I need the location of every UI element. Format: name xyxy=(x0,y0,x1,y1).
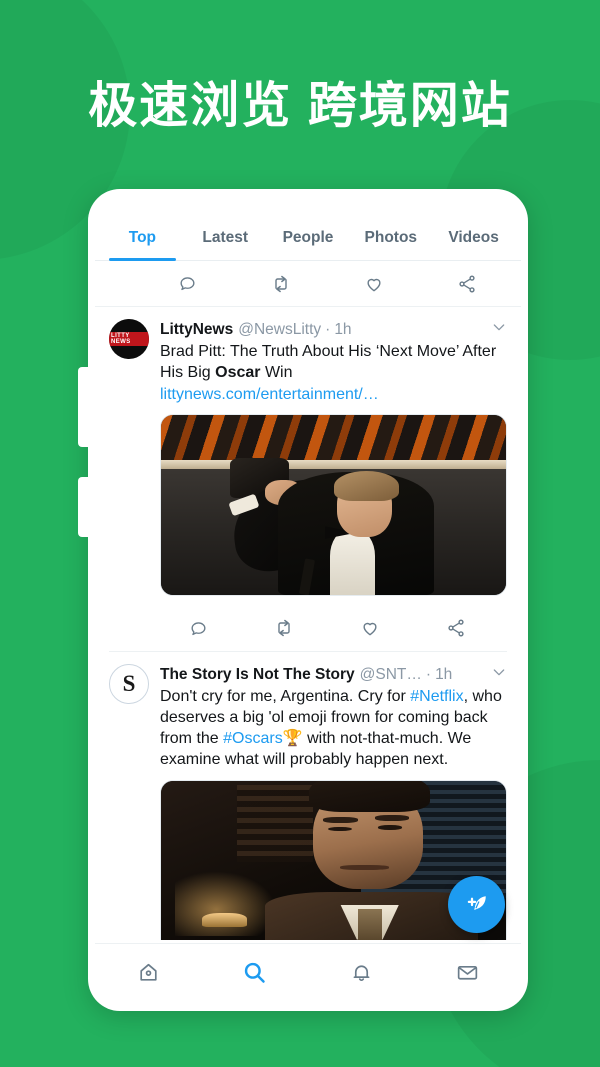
tab-latest[interactable]: Latest xyxy=(184,229,267,260)
tweet-top-row: S The Story Is Not The Story @SNT… · 1h xyxy=(109,663,507,940)
nav-item-notifications[interactable] xyxy=(308,960,415,985)
retweet-icon[interactable] xyxy=(241,618,327,638)
hashtag-netflix[interactable]: #Netflix xyxy=(410,688,463,705)
media-backdrop-curtain xyxy=(161,414,506,462)
tab-top[interactable]: Top xyxy=(101,229,184,261)
media-table-lamp xyxy=(202,912,248,927)
tweet-top-row: LITTY NEWS LittyNews @NewsLitty · 1h Bra… xyxy=(109,319,507,596)
phone-mockup: Top Latest People Photos Videos LITTY NE… xyxy=(78,189,528,1011)
like-icon[interactable] xyxy=(327,274,420,294)
reply-icon[interactable] xyxy=(141,274,234,293)
tweet-timestamp: 1h xyxy=(334,321,352,338)
tweet-body: LittyNews @NewsLitty · 1h Brad Pitt: The… xyxy=(160,319,507,596)
search-icon xyxy=(245,962,265,983)
tab-videos[interactable]: Videos xyxy=(432,229,515,260)
tweet-header: LittyNews @NewsLitty · 1h xyxy=(160,319,507,340)
share-icon[interactable] xyxy=(420,274,513,294)
tweet-text: Brad Pitt: The Truth About His ‘Next Mov… xyxy=(160,341,507,383)
tweet-separator: · xyxy=(425,665,432,683)
tweet-media-image[interactable] xyxy=(160,413,507,596)
tweet-author-name[interactable]: LittyNews xyxy=(160,320,233,339)
tweet-action-row xyxy=(109,606,507,652)
phone-volume-down-button[interactable] xyxy=(78,477,90,537)
avatar-logo-text: LITTY NEWS xyxy=(109,332,149,346)
nav-item-search[interactable] xyxy=(202,959,309,986)
nav-item-messages[interactable] xyxy=(415,960,522,985)
media-person-mouth xyxy=(340,864,389,870)
like-icon[interactable] xyxy=(327,618,413,638)
tweet-text-bold: Oscar xyxy=(215,364,261,382)
phone-volume-up-button[interactable] xyxy=(78,367,90,447)
tweet-author-handle[interactable]: @SNT… xyxy=(360,665,422,684)
media-stage-ledge xyxy=(161,459,506,469)
avatar-logo-text: S xyxy=(122,671,136,697)
avatar[interactable]: S xyxy=(109,663,149,704)
notifications-bell-icon xyxy=(353,965,370,981)
tweet-text-part-1: Brad Pitt: The Truth About His ‘Next Mov… xyxy=(160,343,497,382)
retweet-icon[interactable] xyxy=(234,274,327,294)
media-person-hair xyxy=(333,470,400,502)
nav-item-home[interactable] xyxy=(95,960,202,985)
chevron-down-icon[interactable] xyxy=(483,319,507,340)
tab-photos[interactable]: Photos xyxy=(349,229,432,260)
media-person-shirt xyxy=(330,529,375,595)
tweet-text: Don't cry for me, Argentina. Cry for #Ne… xyxy=(160,686,507,770)
share-icon[interactable] xyxy=(413,618,499,638)
tweet-header: The Story Is Not The Story @SNT… · 1h xyxy=(160,664,507,685)
media-bookshelf xyxy=(236,785,313,862)
promo-headline: 极速浏览 跨境网站 xyxy=(88,79,512,133)
tab-people[interactable]: People xyxy=(267,229,350,260)
tweet-action-row-partial xyxy=(95,261,521,307)
media-person-brow-right xyxy=(374,815,410,822)
tweet-author-name[interactable]: The Story Is Not The Story xyxy=(160,665,355,684)
media-person-hair xyxy=(309,780,431,813)
tweet-timestamp: 1h xyxy=(435,665,453,683)
compose-feather-icon xyxy=(467,895,486,910)
search-tabs: Top Latest People Photos Videos xyxy=(95,199,521,261)
media-person-brow-left xyxy=(323,817,358,823)
compose-tweet-button[interactable] xyxy=(448,876,505,933)
tweet-author-handle[interactable]: @NewsLitty xyxy=(238,320,321,339)
avatar[interactable]: LITTY NEWS xyxy=(109,319,149,359)
trophy-emoji: 🏆 xyxy=(282,730,303,748)
tweet-text-part-1: Don't cry for me, Argentina. Cry for xyxy=(160,688,411,706)
home-icon xyxy=(140,963,157,981)
chevron-down-icon[interactable] xyxy=(483,664,507,685)
tweet-feed[interactable]: LITTY NEWS LittyNews @NewsLitty · 1h Bra… xyxy=(95,261,521,943)
tweet-link[interactable]: littynews.com/entertainment/… xyxy=(160,384,507,405)
promo-stage: 极速浏览 跨境网站 Top Latest People Photos Video… xyxy=(0,0,600,1067)
reply-icon[interactable] xyxy=(155,619,241,638)
tweet-text-part-2: Win xyxy=(260,364,293,382)
messages-envelope-icon xyxy=(458,965,478,980)
phone-screen: Top Latest People Photos Videos LITTY NE… xyxy=(95,199,521,1001)
media-person-eye-right xyxy=(378,825,403,830)
tweet-separator: · xyxy=(325,321,331,338)
hashtag-oscars[interactable]: #Oscars xyxy=(223,730,283,747)
tweet-item[interactable]: LITTY NEWS LittyNews @NewsLitty · 1h Bra… xyxy=(95,307,521,652)
media-person-tie xyxy=(357,909,382,940)
bottom-navigation-bar xyxy=(95,943,521,1001)
